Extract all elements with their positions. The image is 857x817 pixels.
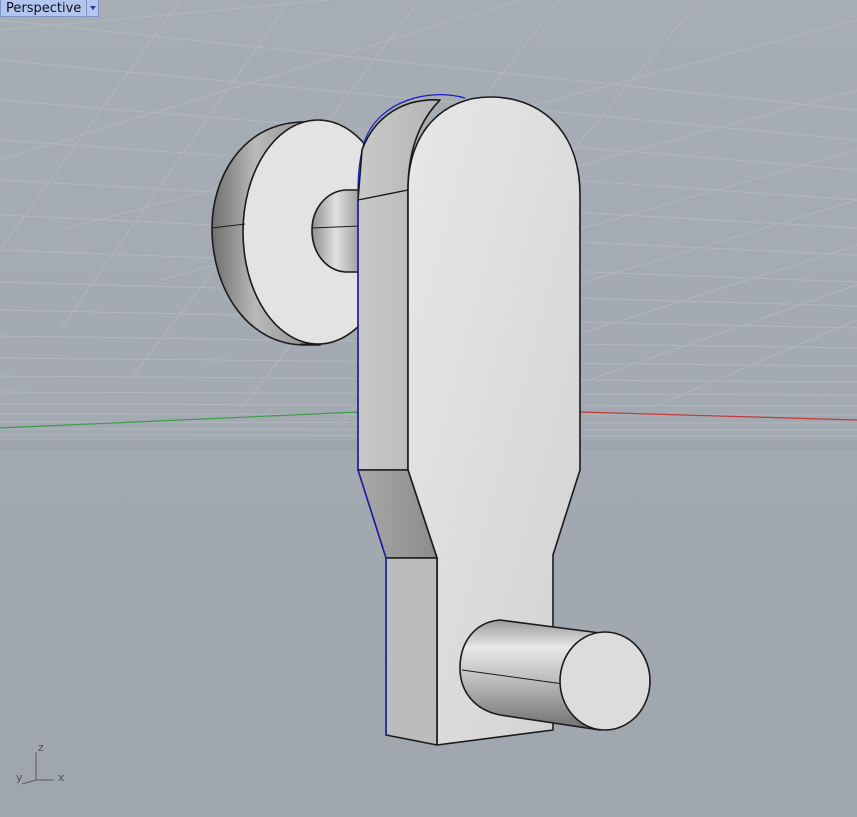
scene-canvas[interactable]: [0, 0, 857, 817]
viewport-title-tab[interactable]: Perspective: [0, 0, 100, 17]
axis-z-label: z: [38, 741, 44, 754]
viewport-title-label[interactable]: Perspective: [0, 0, 88, 17]
chevron-down-icon: [89, 6, 96, 10]
axis-x-label: x: [58, 771, 65, 784]
bracket-lower-side-face[interactable]: [385, 557, 438, 746]
axis-y-label: y: [16, 771, 23, 784]
perspective-viewport[interactable]: Perspective z y x: [0, 0, 857, 817]
viewport-menu-button[interactable]: [87, 0, 100, 17]
axis-widget: [21, 752, 54, 785]
